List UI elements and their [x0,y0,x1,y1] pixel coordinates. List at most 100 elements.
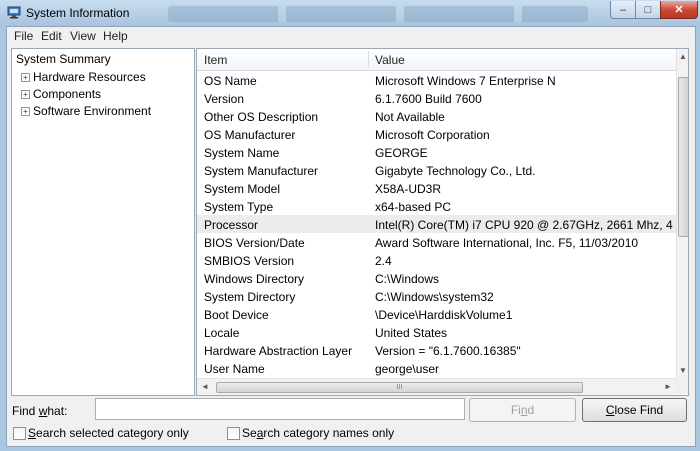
find-button[interactable]: Fi n d [469,398,576,422]
row-value-cell: \Device\HarddiskVolume1 [375,308,513,322]
button-accelerator: C [605,403,615,417]
row-item-cell: Other OS Description [204,110,319,124]
table-row[interactable]: User Name george\user [197,359,676,377]
find-what-input[interactable] [95,398,465,420]
row-value-cell: Microsoft Windows 7 Enterprise N [375,74,556,88]
close-find-button[interactable]: Close Find [582,398,687,422]
row-value-cell: george\user [375,362,440,376]
column-header-item[interactable]: Item [204,53,227,67]
tree-item-label: System Summary [16,52,111,66]
row-value-cell: Version = "6.1.7600.16385" [375,344,521,358]
table-row[interactable]: Hardware Abstraction Layer Version = "6.1… [197,341,676,359]
column-divider[interactable] [368,51,369,68]
tree-item-label: Software Environment [33,104,152,118]
details-list[interactable]: Item Value OS Name Microsoft Windows 7 En… [196,48,689,396]
background-taskbar-blur [168,6,588,22]
table-row[interactable]: Other OS Description Not Available [197,107,676,125]
vertical-scrollbar[interactable]: ▲ ▼ [676,49,688,378]
row-item-cell: BIOS Version/Date [204,236,305,250]
scroll-right-icon[interactable]: ► [664,382,672,391]
menu-view[interactable]: View [70,29,96,43]
table-row[interactable]: System Model X58A-UD3R [197,179,676,197]
table-row[interactable]: Windows Directory C:\Windows [197,269,676,287]
search-category-names-checkbox[interactable] [227,427,240,440]
menu-bar: File Edit View Help [7,27,695,45]
row-item-cell: System Directory [204,290,296,304]
scroll-down-icon[interactable]: ▼ [679,366,687,375]
scroll-left-icon[interactable]: ◄ [201,382,209,391]
menu-file[interactable]: File [14,29,33,43]
tree-item-label: Hardware Resources [33,70,146,84]
scroll-up-icon[interactable]: ▲ [679,52,687,61]
row-item-cell: System Manufacturer [204,164,319,178]
list-header: Item Value [197,49,676,71]
table-row[interactable]: OS Name Microsoft Windows 7 Enterprise N [197,71,676,89]
scrollbar-corner [676,378,688,394]
expand-icon[interactable]: + [21,107,30,116]
expand-icon[interactable]: + [21,90,30,99]
button-accelerator: n [520,403,528,417]
label-text: Se [242,426,257,440]
row-item-cell: System Model [204,182,281,196]
table-row[interactable]: System Directory C:\Windows\system32 [197,287,676,305]
row-value-cell: C:\Windows [375,272,440,286]
row-value-cell: Not Available [375,110,445,124]
label-accelerator: S [28,426,37,440]
table-row[interactable]: SMBIOS Version 2.4 [197,251,676,269]
row-item-cell: Boot Device [204,308,269,322]
tree-item-system-summary[interactable]: System Summary [16,52,111,68]
table-row[interactable]: BIOS Version/Date Award Software Internat… [197,233,676,251]
row-item-cell: OS Name [204,74,257,88]
label-text: rch category names only [263,426,395,440]
table-row[interactable]: Locale United States [197,323,676,341]
table-row[interactable]: Version 6.1.7600 Build 7600 [197,89,676,107]
maximize-button[interactable]: □ [635,1,661,19]
row-value-cell: GEORGE [375,146,428,160]
row-value-cell: Gigabyte Technology Co., Ltd. [375,164,536,178]
search-selected-category-checkbox[interactable] [13,427,26,440]
row-item-cell: OS Manufacturer [204,128,296,142]
row-value-cell: Award Software International, Inc. F5, 1… [375,236,639,250]
table-row[interactable]: Boot Device \Device\HarddiskVolume1 [197,305,676,323]
row-item-cell: User Name [204,362,265,376]
close-window-button[interactable]: ✕ [660,1,698,19]
expand-icon[interactable]: + [21,73,30,82]
row-item-cell: Hardware Abstraction Layer [204,344,353,358]
button-text: lose Find [614,403,664,417]
category-tree[interactable]: System Summary + Hardware Resources + Co… [11,48,195,396]
row-value-cell: C:\Windows\system32 [375,290,494,304]
column-header-value[interactable]: Value [375,53,405,67]
label-text: earch selected category only [36,426,189,440]
row-item-cell: Locale [204,326,240,340]
table-row[interactable]: OS Manufacturer Microsoft Corporation [197,125,676,143]
table-row[interactable]: System Name GEORGE [197,143,676,161]
row-item-cell: Windows Directory [204,272,305,286]
row-item-cell: System Type [204,200,274,214]
find-what-label: Find what: [12,404,67,418]
search-category-names-label[interactable]: Search category names only [242,426,394,440]
horizontal-scroll-thumb[interactable]: III [216,382,583,393]
vertical-scroll-thumb[interactable] [678,77,688,237]
table-row[interactable]: System Type x64-based PC [197,197,676,215]
menu-edit[interactable]: Edit [41,29,62,43]
search-selected-category-label[interactable]: Search selected category only [28,426,189,440]
button-text: d [527,403,535,417]
tree-item-label: Components [33,87,102,101]
horizontal-scrollbar[interactable]: ◄ III ► [197,378,676,395]
table-row[interactable]: Processor Intel(R) Core(TM) i7 CPU 920 @ … [197,215,676,233]
menu-help[interactable]: Help [103,29,128,43]
row-item-cell: Processor [204,218,259,232]
system-information-icon [7,6,21,19]
window-client-area: File Edit View Help System Summary + Har… [6,26,696,447]
row-item-cell: Version [204,92,245,106]
row-value-cell: United States [375,326,448,340]
row-value-cell: x64-based PC [375,200,452,214]
row-value-cell: 6.1.7600 Build 7600 [375,92,482,106]
row-value-cell: X58A-UD3R [375,182,442,196]
row-value-cell: 2.4 [375,254,392,268]
title-bar[interactable]: System Information – □ ✕ [0,0,700,26]
row-value-cell: Microsoft Corporation [375,128,490,142]
table-row[interactable]: System Manufacturer Gigabyte Technology C… [197,161,676,179]
minimize-button[interactable]: – [610,1,636,19]
row-item-cell: System Name [204,146,280,160]
